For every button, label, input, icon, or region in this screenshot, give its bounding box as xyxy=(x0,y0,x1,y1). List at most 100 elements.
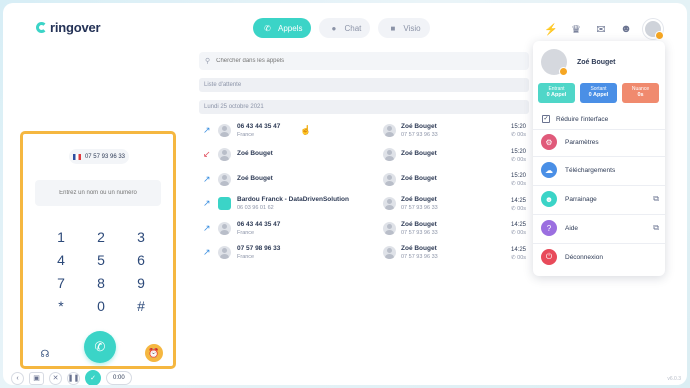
power-icon: ⏻ xyxy=(541,249,557,265)
call-row[interactable]: ↙ Zoé Bouget Zoé Bouget 15:20 ✆ 00s xyxy=(199,143,539,168)
main-tabs: ✆ Appels ● Chat ■ Visio xyxy=(253,18,430,38)
call-time: 14:25 xyxy=(511,222,527,228)
alarm-clock-icon[interactable]: ⏰ xyxy=(145,344,163,362)
key-star[interactable]: * xyxy=(41,297,81,314)
call-row[interactable]: ↗ Bardou Franck - DataDrivenSolution 06 0… xyxy=(199,192,539,217)
collapse-icon[interactable]: ‹ xyxy=(11,371,24,385)
caller-sub: France xyxy=(237,229,255,236)
duration-value: 00s xyxy=(517,156,527,163)
search-input[interactable] xyxy=(216,58,497,64)
ringover-logo: ringover xyxy=(36,20,101,35)
call-duration: ✆ 00s xyxy=(511,132,527,138)
key-1[interactable]: 1 xyxy=(41,228,81,245)
callee-name: Zoé Bouget xyxy=(401,150,437,158)
callee-name: Zoé Bouget xyxy=(401,245,437,253)
reduce-interface-toggle[interactable]: ✓ Réduire l'interface xyxy=(542,115,608,123)
team-icon[interactable]: ☻ xyxy=(618,21,634,37)
caller-name: Bardou Franck - DataDrivenSolution xyxy=(237,196,349,204)
menu-item-aide[interactable]: ? Aide ⧉ xyxy=(541,220,659,236)
checkbox-icon[interactable]: ✓ xyxy=(542,115,550,123)
hangup-icon[interactable]: ✕ xyxy=(49,371,62,385)
caller-info: Zoé Bouget xyxy=(237,175,377,184)
caller-name: Zoé Bouget xyxy=(237,150,273,158)
menu-item-label: Parrainage xyxy=(565,195,597,203)
avatar xyxy=(218,246,231,260)
avatar xyxy=(218,172,231,186)
camera-icon[interactable]: ▣ xyxy=(29,371,44,385)
help-icon: ? xyxy=(541,220,557,236)
call-duration: ✆ 00s xyxy=(511,205,527,212)
divider xyxy=(533,156,665,157)
key-9[interactable]: 9 xyxy=(121,274,161,291)
tab-label: Visio xyxy=(403,23,421,33)
menu-item-deconnexion[interactable]: ⏻ Déconnexion xyxy=(541,249,659,265)
key-8[interactable]: 8 xyxy=(81,274,121,291)
key-6[interactable]: 6 xyxy=(121,251,161,268)
missed-call-icon: ↙ xyxy=(203,149,211,160)
france-flag-icon xyxy=(72,153,81,160)
keypad: 1 2 3 4 5 6 7 8 9 * 0 # xyxy=(41,228,161,314)
call-time: 14:25 xyxy=(511,197,527,204)
profile-menu: Zoé Bouget Entrant 0 Appel Sortant 0 Appel… xyxy=(533,41,665,276)
call-time: 15:20 xyxy=(511,124,527,130)
headset-icon[interactable]: ☊ xyxy=(37,346,53,362)
tab-chat[interactable]: ● Chat xyxy=(319,18,371,38)
profile-avatar xyxy=(541,49,568,76)
waiting-list-bar[interactable]: Liste d'attente xyxy=(199,78,529,92)
callee-name: Zoé Bouget xyxy=(401,122,437,130)
caller-id-selector[interactable]: 07 57 93 96 33 xyxy=(69,149,129,164)
duration-value: 00s xyxy=(517,181,527,187)
divider xyxy=(533,243,665,244)
callee-name: Zoé Bouget xyxy=(401,220,437,228)
check-icon[interactable]: ✓ xyxy=(85,370,101,385)
call-row[interactable]: ↗ 06 43 44 35 47 France Zoé Bouget 07 57 9… xyxy=(199,216,539,241)
stat-value: 0 Appel xyxy=(588,92,609,98)
call-row[interactable]: ↗ Zoé Bouget Zoé Bouget 15:20 ✆ 00s xyxy=(199,167,539,192)
caller-sub: 06 03 96 01 62 xyxy=(237,205,274,212)
call-list: ↗ 06 43 44 35 47 France Zoé Bouget 07 57 9… xyxy=(199,118,539,265)
call-toolbar: ‹ ▣ ✕ ❚❚ ✓ 0:00 xyxy=(11,370,132,385)
stat-value: 0 Appel xyxy=(546,92,567,98)
caller-name: 06 43 44 35 47 xyxy=(237,220,281,228)
call-button[interactable]: ✆ xyxy=(84,331,116,363)
key-2[interactable]: 2 xyxy=(81,228,121,245)
avatar xyxy=(383,172,396,186)
menu-item-telechargements[interactable]: ☁ Téléchargements xyxy=(541,162,659,178)
lightning-icon[interactable]: ⚡ xyxy=(543,21,559,37)
callee-info: Zoé Bouget 07 57 93 96 33 xyxy=(383,196,438,211)
menu-item-parametres[interactable]: ⚙ Paramètres xyxy=(541,134,659,150)
call-row[interactable]: ↗ 06 43 44 35 47 France Zoé Bouget 07 57 9… xyxy=(199,118,539,143)
key-0[interactable]: 0 xyxy=(81,297,121,314)
key-hash[interactable]: # xyxy=(121,297,161,314)
cloud-icon: ☁ xyxy=(541,162,557,178)
pause-icon[interactable]: ❚❚ xyxy=(67,371,80,385)
key-5[interactable]: 5 xyxy=(81,251,121,268)
tab-visio[interactable]: ■ Visio xyxy=(378,18,430,38)
key-7[interactable]: 7 xyxy=(41,274,81,291)
divider xyxy=(533,214,665,215)
stat-sortant: Sortant 0 Appel xyxy=(580,83,617,103)
call-duration: ✆ 00s xyxy=(511,181,527,187)
key-3[interactable]: 3 xyxy=(121,228,161,245)
crown-icon[interactable]: ♛ xyxy=(568,21,584,37)
call-stats: Entrant 0 Appel Sortant 0 Appel Nuance 0s xyxy=(538,83,659,103)
tab-appels[interactable]: ✆ Appels xyxy=(253,18,312,38)
call-row[interactable]: ↗ 07 57 98 96 33 France Zoé Bouget 07 57 9… xyxy=(199,241,539,266)
outgoing-call-icon: ↗ xyxy=(203,198,211,209)
phone-icon: ✆ xyxy=(94,339,106,354)
profile-name: Zoé Bouget xyxy=(577,59,616,66)
date-header: Lundi 25 octobre 2021 xyxy=(199,100,529,114)
key-4[interactable]: 4 xyxy=(41,251,81,268)
number-input[interactable] xyxy=(35,180,161,206)
caller-info: Bardou Franck - DataDrivenSolution 06 03 … xyxy=(237,196,377,211)
message-icon[interactable]: ✉ xyxy=(593,21,609,37)
callee-name: Zoé Bouget xyxy=(401,174,437,182)
duration-value: 00s xyxy=(517,230,527,236)
menu-item-parrainage[interactable]: ☻ Parrainage ⧉ xyxy=(541,191,659,207)
video-icon: ■ xyxy=(390,23,396,33)
call-time: 15:20 xyxy=(511,148,527,155)
user-avatar[interactable] xyxy=(643,19,664,40)
divider xyxy=(533,185,665,186)
caller-info: Zoé Bouget xyxy=(237,150,377,159)
hand-cursor-icon: ☝ xyxy=(300,125,312,135)
